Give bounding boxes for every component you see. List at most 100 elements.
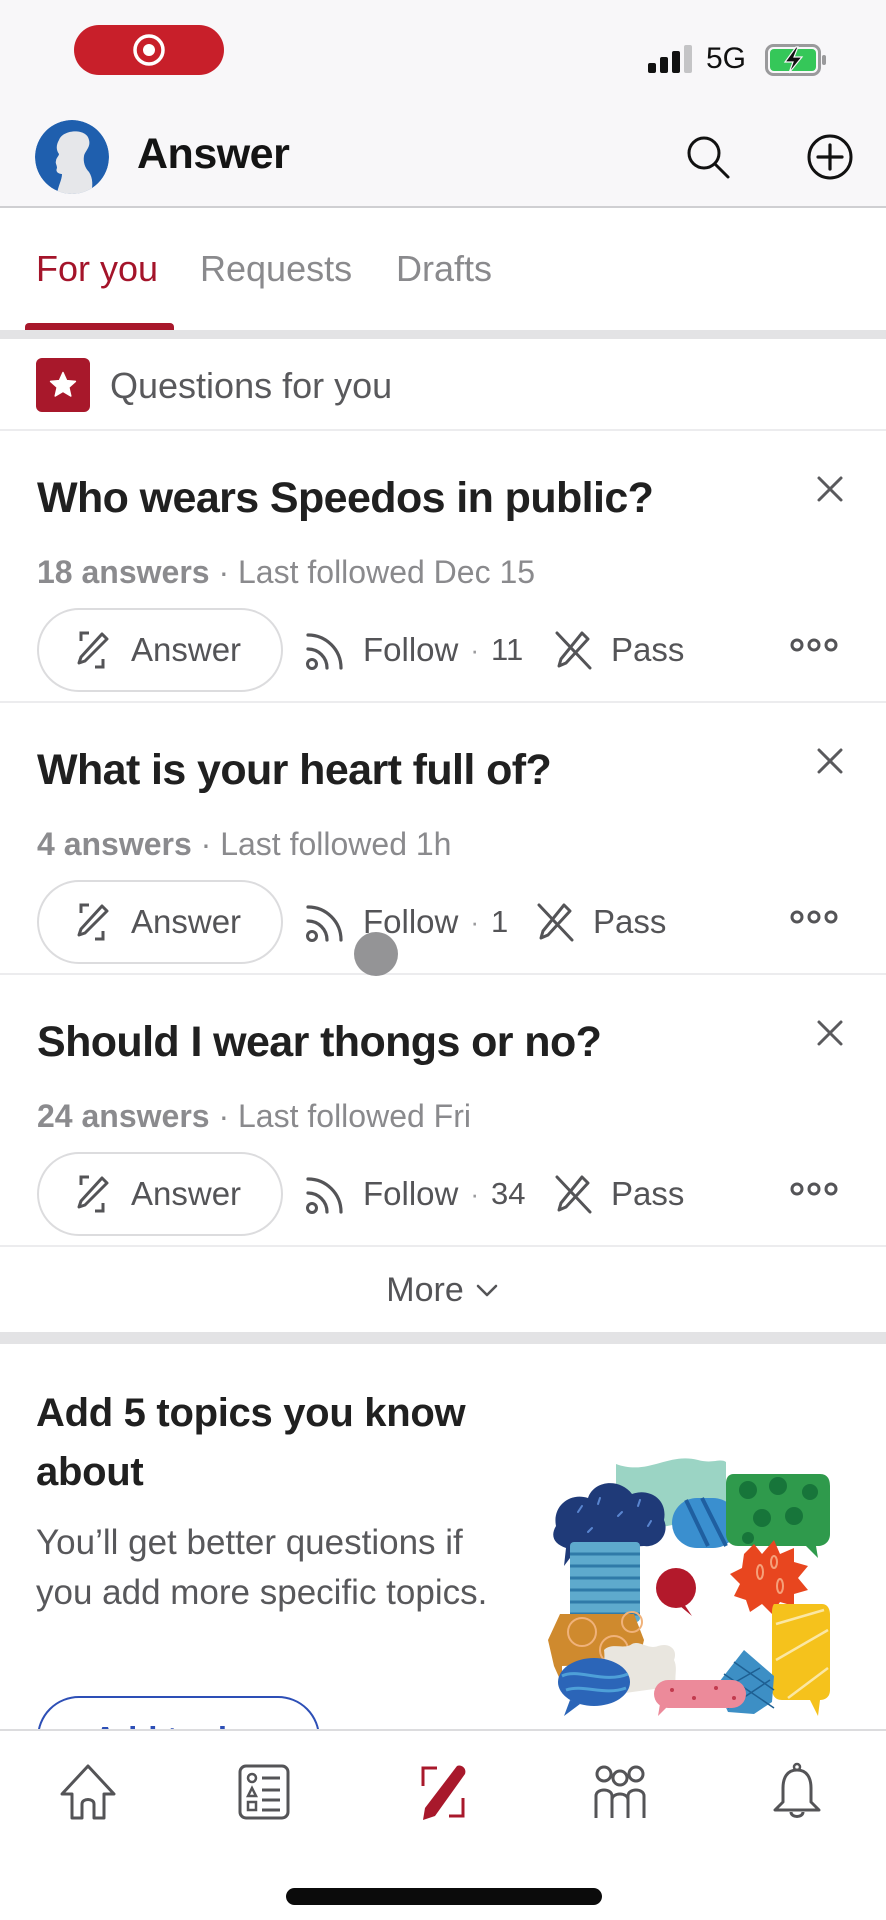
answer-button[interactable]: Answer (37, 1152, 283, 1236)
answer-button[interactable]: Answer (37, 880, 283, 964)
meta-separator: · (218, 554, 230, 590)
answer-button[interactable]: Answer (37, 608, 283, 692)
pass-icon (555, 1175, 592, 1214)
follow-label: Follow (363, 1175, 459, 1212)
pass-button[interactable]: Pass (553, 1170, 684, 1218)
questions-section-header: Questions for you (0, 339, 886, 431)
home-icon (60, 1764, 116, 1820)
card-description: You’ll get better questions if you add m… (36, 1523, 488, 1612)
nav-answer[interactable] (413, 1762, 473, 1822)
search-button[interactable] (683, 132, 733, 182)
more-options-icon[interactable] (790, 909, 838, 925)
tab-for-you[interactable]: For you (36, 248, 158, 290)
star-badge (36, 358, 90, 412)
network-type: 5G (706, 42, 747, 75)
answer-label: Answer (131, 631, 242, 668)
user-avatar[interactable] (35, 120, 109, 194)
question-card: Who wears Speedos in public? 18 answers … (0, 431, 886, 703)
pass-button[interactable]: Pass (553, 626, 684, 674)
pass-button[interactable]: Pass (535, 898, 666, 946)
card-title: Add 5 topics you know about (36, 1391, 466, 1494)
meta-separator: · (218, 1098, 230, 1134)
pass-label: Pass (611, 1175, 685, 1212)
close-icon[interactable] (812, 1015, 848, 1051)
tab-drafts[interactable]: Drafts (396, 248, 492, 290)
meta-separator: · (200, 826, 212, 862)
follow-rss-icon (306, 1177, 343, 1214)
question-card: Should I wear thongs or no? 24 answers ·… (0, 975, 886, 1247)
answer-count[interactable]: 24 answers (37, 1098, 210, 1134)
bottom-navigation (0, 1729, 886, 1920)
add-topics-button[interactable]: Add topics (37, 1696, 320, 1730)
follow-rss-icon (306, 905, 343, 942)
tab-requests[interactable]: Requests (200, 248, 352, 290)
question-meta: 18 answers · Last followed Dec 15 (37, 554, 535, 591)
touch-indicator (354, 932, 398, 976)
follow-count: 11 (491, 632, 524, 667)
last-followed: Last followed Fri (238, 1098, 471, 1134)
last-followed: Last followed 1h (220, 826, 452, 862)
pen-square-icon (77, 1175, 109, 1213)
question-title[interactable]: What is your heart full of? (37, 746, 552, 795)
star-icon (49, 371, 77, 397)
more-button[interactable]: More (0, 1248, 886, 1332)
plus-circle-icon (807, 134, 853, 180)
answer-count[interactable]: 4 answers (37, 826, 192, 862)
bell-icon (773, 1762, 821, 1818)
last-followed: Last followed Dec 15 (238, 554, 536, 590)
question-title[interactable]: Who wears Speedos in public? (37, 474, 654, 523)
page-title: Answer (137, 130, 290, 178)
question-meta: 4 answers · Last followed 1h (37, 826, 451, 863)
follow-button[interactable]: Follow · 34 (305, 1170, 526, 1218)
record-icon (133, 34, 165, 66)
pass-icon (555, 631, 592, 670)
close-icon[interactable] (812, 471, 848, 507)
pass-icon (537, 903, 574, 942)
nav-notifications[interactable] (767, 1762, 827, 1822)
follow-button[interactable]: Follow · 1 (305, 898, 508, 946)
follow-separator: · (470, 634, 480, 665)
more-options-icon[interactable] (790, 1181, 838, 1197)
divider (0, 330, 886, 339)
follow-button[interactable]: Follow · 11 (305, 626, 523, 674)
answer-label: Answer (131, 903, 242, 940)
tab-bar-top: For you Requests Drafts (0, 208, 886, 331)
app-header: Answer (0, 100, 886, 208)
screen-recording-indicator[interactable] (74, 25, 224, 75)
question-card: What is your heart full of? 4 answers · … (0, 703, 886, 975)
search-icon (687, 136, 730, 179)
pen-square-icon (77, 631, 109, 669)
question-title[interactable]: Should I wear thongs or no? (37, 1018, 602, 1067)
divider (0, 1332, 886, 1344)
nav-home[interactable] (58, 1762, 118, 1822)
pen-square-icon (77, 903, 109, 941)
pass-label: Pass (593, 903, 667, 940)
add-button[interactable] (805, 132, 855, 182)
follow-separator: · (470, 906, 480, 937)
pen-square-icon (421, 1765, 466, 1820)
follow-count: 1 (491, 904, 509, 939)
follow-rss-icon (306, 633, 343, 670)
list-icon (238, 1764, 290, 1820)
people-icon (594, 1765, 646, 1818)
answer-count[interactable]: 18 answers (37, 554, 210, 590)
close-icon[interactable] (812, 743, 848, 779)
status-bar: 5G (0, 0, 886, 100)
speech-bubbles-illustration (548, 1458, 830, 1716)
signal-icon (648, 45, 692, 73)
question-meta: 24 answers · Last followed Fri (37, 1098, 471, 1135)
answer-label: Answer (131, 1175, 242, 1212)
nav-following[interactable] (234, 1762, 294, 1822)
pass-label: Pass (611, 631, 685, 668)
follow-count: 34 (491, 1176, 526, 1211)
avatar-silhouette-icon (35, 120, 109, 194)
follow-label: Follow (363, 631, 459, 668)
battery-charging-icon (765, 44, 826, 76)
follow-separator: · (470, 1178, 480, 1209)
nav-spaces[interactable] (590, 1762, 650, 1822)
more-options-icon[interactable] (790, 637, 838, 653)
chevron-down-icon (476, 1284, 498, 1297)
more-label: More (386, 1270, 464, 1309)
section-title: Questions for you (110, 365, 393, 406)
home-indicator[interactable] (286, 1888, 602, 1905)
